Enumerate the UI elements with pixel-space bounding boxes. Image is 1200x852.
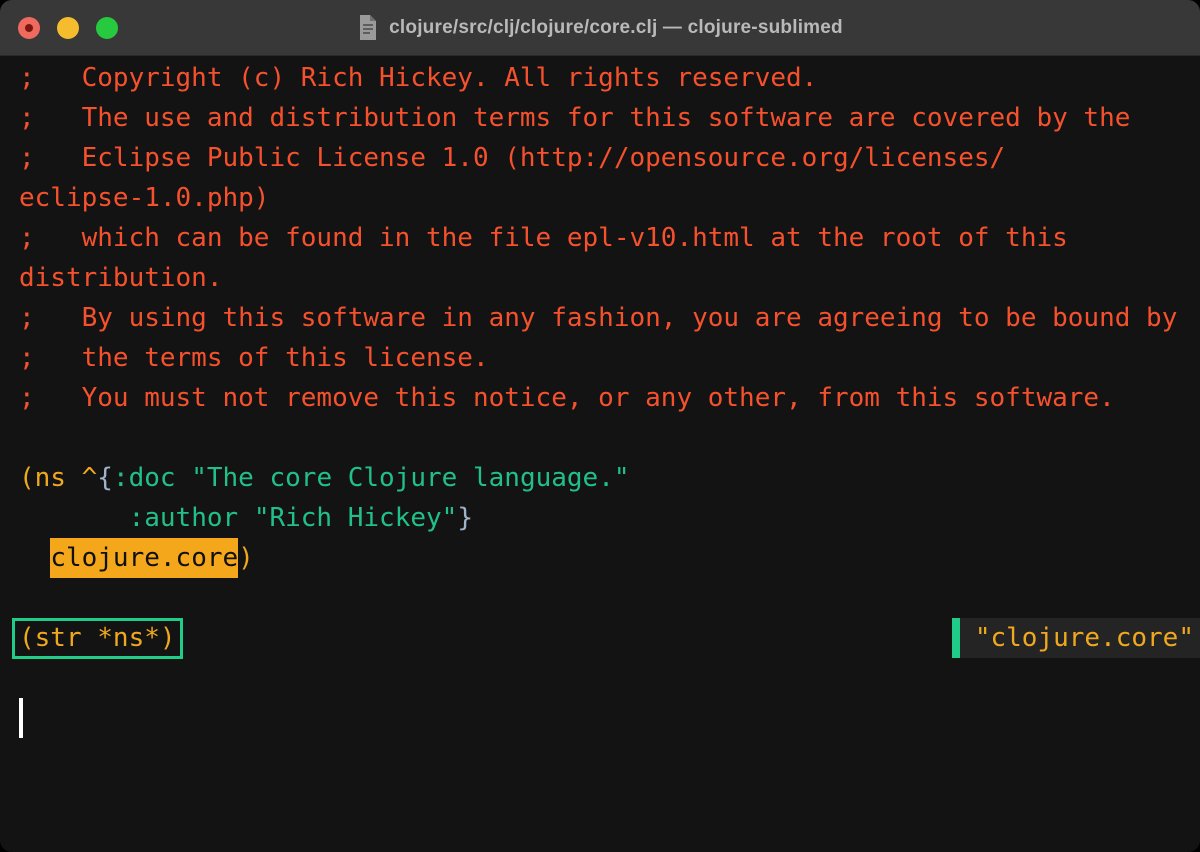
code-line[interactable]	[19, 658, 1200, 698]
code-line[interactable]	[19, 418, 1200, 458]
code-segment: ; The use and distribution terms for thi…	[19, 103, 1130, 133]
code-segment: ; You must not remove this notice, or an…	[19, 383, 1115, 413]
code-line[interactable]: (ns ^{:doc "The core Clojure language."	[19, 458, 1200, 498]
code-segment: {	[97, 463, 113, 493]
code-segment: }	[457, 503, 473, 533]
code-segment: :author	[129, 503, 254, 533]
window-title-text: clojure/src/clj/clojure/core.clj — cloju…	[389, 17, 843, 39]
window-title: clojure/src/clj/clojure/core.clj — cloju…	[357, 14, 843, 41]
code-segment: ; Eclipse Public License 1.0 (http://ope…	[19, 143, 1005, 173]
code-line[interactable]: :author "Rich Hickey"}	[19, 498, 1200, 538]
code-line[interactable]: eclipse-1.0.php)	[19, 178, 1200, 218]
code-segment: ; the terms of this license.	[19, 343, 489, 373]
code-line[interactable]: ; which can be found in the file epl-v10…	[19, 218, 1200, 258]
code-line[interactable]: ; the terms of this license.	[19, 338, 1200, 378]
code-segment: "The core Clojure language."	[191, 463, 629, 493]
code-line[interactable]	[19, 578, 1200, 618]
code-line[interactable]: (str *ns*)"clojure.core"	[19, 618, 1200, 658]
evaluated-expression[interactable]: (str *ns*)	[12, 618, 183, 659]
minimize-button[interactable]	[57, 17, 79, 39]
code-segment: )	[238, 543, 254, 573]
code-segment	[19, 543, 50, 573]
code-line[interactable]: ; Copyright (c) Rich Hickey. All rights …	[19, 58, 1200, 98]
app-window: clojure/src/clj/clojure/core.clj — cloju…	[0, 0, 1200, 852]
code-line[interactable]: clojure.core)	[19, 538, 1200, 578]
code-line[interactable]	[19, 698, 1200, 738]
titlebar[interactable]: clojure/src/clj/clojure/core.clj — cloju…	[0, 0, 1200, 56]
code-segment: ; Copyright (c) Rich Hickey. All rights …	[19, 63, 817, 93]
editor[interactable]: ; Copyright (c) Rich Hickey. All rights …	[0, 56, 1200, 852]
code-line[interactable]: ; Eclipse Public License 1.0 (http://ope…	[19, 138, 1200, 178]
text-cursor	[19, 698, 23, 738]
maximize-button[interactable]	[96, 17, 118, 39]
code-segment: distribution.	[19, 263, 223, 293]
code-segment: eclipse-1.0.php)	[19, 183, 269, 213]
code-line[interactable]: distribution.	[19, 258, 1200, 298]
code-line[interactable]: ; You must not remove this notice, or an…	[19, 378, 1200, 418]
code-segment	[19, 503, 129, 533]
close-button[interactable]	[18, 17, 40, 39]
selected-text: clojure.core	[50, 538, 238, 578]
code-segment: ; which can be found in the file epl-v10…	[19, 223, 1068, 253]
eval-result-value: "clojure.core"	[960, 618, 1200, 658]
code-line[interactable]: ; By using this software in any fashion,…	[19, 298, 1200, 338]
eval-result-bar	[952, 618, 960, 658]
code-segment: "Rich Hickey"	[254, 503, 458, 533]
code-segment: :doc	[113, 463, 191, 493]
code-segment: (ns ^	[19, 463, 97, 493]
code-segment: ; By using this software in any fashion,…	[19, 303, 1177, 333]
code-line[interactable]: ; The use and distribution terms for thi…	[19, 98, 1200, 138]
document-icon	[357, 14, 379, 41]
window-controls	[18, 0, 118, 55]
eval-result: "clojure.core"	[952, 618, 1200, 658]
